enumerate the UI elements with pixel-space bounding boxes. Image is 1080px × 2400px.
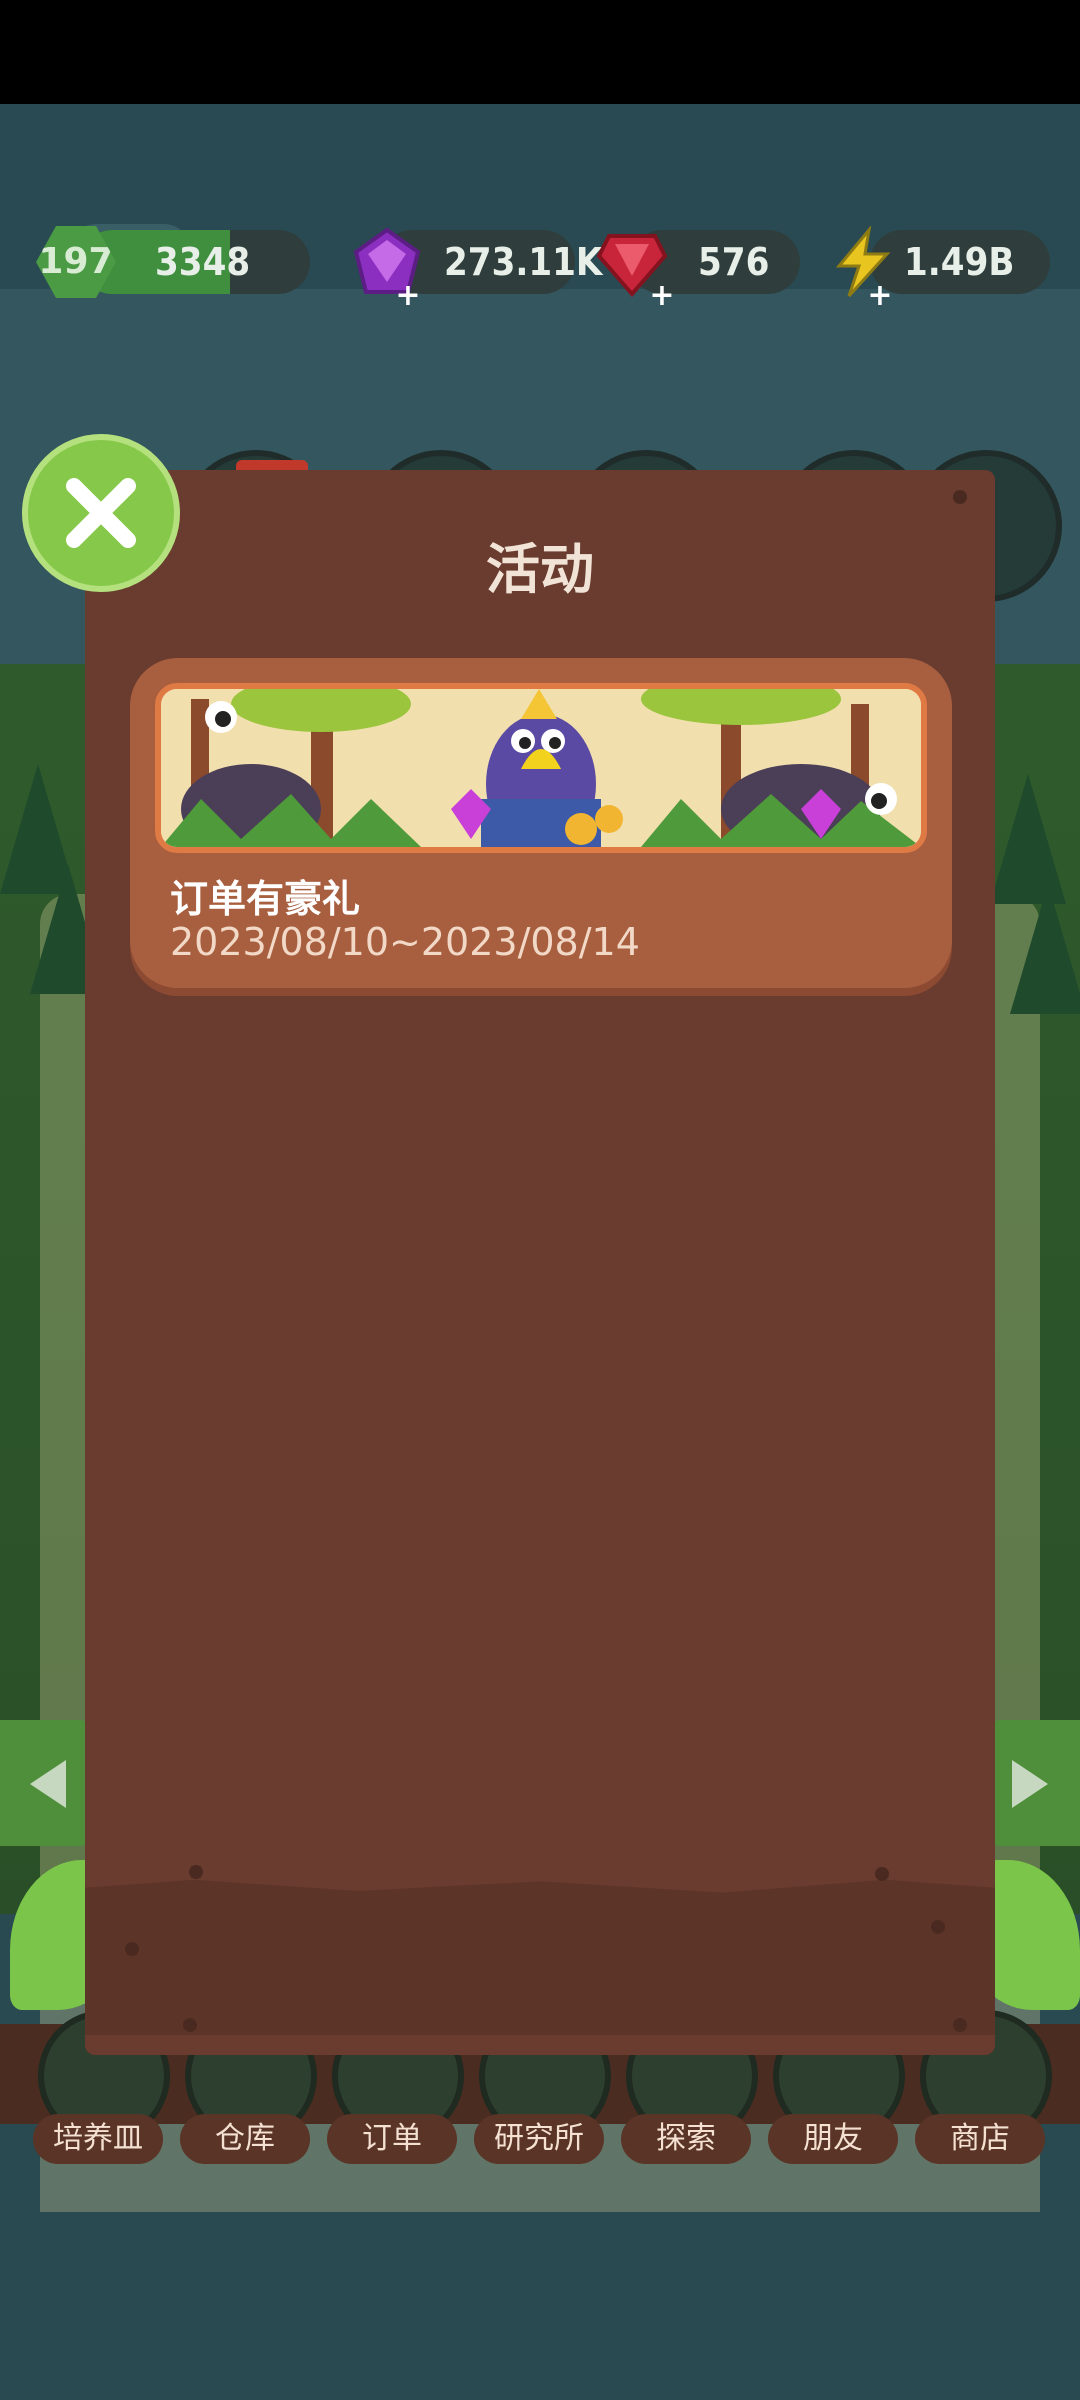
chevron-left-icon: [30, 1760, 66, 1808]
event-dates: 2023/08/10~2023/08/14: [170, 920, 640, 964]
add-energy-icon[interactable]: +: [866, 281, 894, 311]
nav-label: 仓库: [180, 2114, 310, 2164]
nail-decor: [183, 2018, 197, 2032]
nav-label: 培养皿: [33, 2114, 163, 2164]
nail-decor: [189, 1865, 203, 1879]
purple-gem-count: 273.11K: [444, 240, 603, 284]
event-banner-image: [155, 683, 927, 853]
nail-decor: [953, 490, 967, 504]
chevron-right-icon: [1012, 1760, 1048, 1808]
event-card[interactable]: 订单有豪礼 2023/08/10~2023/08/14: [130, 658, 952, 988]
nav-label: 研究所: [474, 2114, 604, 2164]
nav-label: 商店: [915, 2114, 1045, 2164]
nail-decor: [125, 1942, 139, 1956]
bottom-decor-panel: [0, 2212, 1080, 2400]
nav-label: 朋友: [768, 2114, 898, 2164]
left-arrow-button[interactable]: [0, 1720, 90, 1846]
close-icon: [66, 478, 136, 548]
modal-footer-band: [85, 1879, 995, 2035]
close-button[interactable]: [22, 434, 180, 592]
nail-decor: [931, 1920, 945, 1934]
status-bar: [0, 0, 1080, 104]
level-points-text: 3348: [155, 240, 251, 284]
nav-label: 探索: [621, 2114, 751, 2164]
modal-title: 活动: [486, 538, 594, 601]
nail-decor: [875, 1867, 889, 1881]
red-gem-count: 576: [698, 240, 770, 284]
nav-label: 订单: [327, 2114, 457, 2164]
event-name: 订单有豪礼: [170, 877, 361, 921]
add-purple-gem-icon[interactable]: +: [394, 281, 422, 311]
nail-decor: [953, 2018, 967, 2032]
event-banner-art: [161, 689, 921, 847]
add-red-gem-icon[interactable]: +: [648, 281, 676, 311]
activity-modal: 活动 订单有豪礼 2023/08/10~2023/08/14: [85, 470, 995, 2055]
energy-count: 1.49B: [904, 240, 1015, 284]
right-arrow-button[interactable]: [990, 1720, 1080, 1846]
